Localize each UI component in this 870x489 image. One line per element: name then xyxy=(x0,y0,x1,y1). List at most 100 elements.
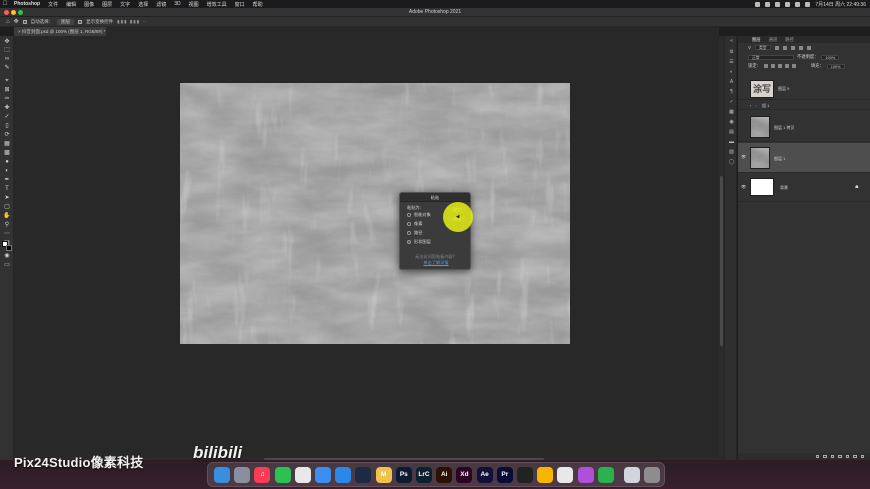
color-panel-icon[interactable]: ◉ xyxy=(728,119,735,125)
canvas-area[interactable] xyxy=(14,36,719,460)
eyedropper-tool-icon[interactable]: ✑ xyxy=(2,95,12,103)
paste-option-smart-object[interactable]: 智能对象 xyxy=(407,212,431,218)
filter-type-icon[interactable] xyxy=(790,45,795,50)
paste-option-path[interactable]: 路径 xyxy=(407,230,422,236)
frame-tool-icon[interactable]: ⊠ xyxy=(2,86,12,94)
menu-layer[interactable]: 图层 xyxy=(98,1,116,8)
paste-option-pixels[interactable]: 像素 xyxy=(407,221,422,227)
radio-pixels[interactable] xyxy=(407,222,411,226)
quick-mask-icon[interactable]: ◉ xyxy=(2,252,12,260)
vertical-scrollbar-thumb[interactable] xyxy=(720,176,723,346)
visibility-eye-icon[interactable]: 👁 xyxy=(741,184,746,189)
align-icons[interactable]: ▮▮▮ ▮▮▮ ⋯ xyxy=(117,19,148,25)
opacity-field[interactable]: 100% xyxy=(821,54,840,60)
screen-icon[interactable] xyxy=(624,467,640,483)
wifi-icon[interactable] xyxy=(775,1,781,7)
xd-icon[interactable]: Xd xyxy=(456,467,473,483)
link-layers-icon[interactable] xyxy=(815,454,819,459)
brush-tool-icon[interactable]: ✓ xyxy=(2,113,12,121)
control-center-icon[interactable] xyxy=(805,1,811,7)
path-selection-tool-icon[interactable]: ➤ xyxy=(2,194,12,202)
status-record-icon[interactable] xyxy=(755,1,761,7)
camtasia-icon[interactable] xyxy=(597,467,614,483)
tab-paths[interactable]: 路径 xyxy=(785,37,794,43)
delete-layer-icon[interactable] xyxy=(860,454,864,459)
layer-row-background[interactable]: 👁 背景 ☗ xyxy=(738,174,870,202)
after-effects-icon[interactable]: Ae xyxy=(476,467,493,483)
expand-panels-icon[interactable]: « xyxy=(728,38,735,44)
paste-option-shape-layer[interactable]: 形状图层 xyxy=(407,239,431,245)
adjustment-layer-icon[interactable] xyxy=(838,454,842,459)
finder-icon[interactable] xyxy=(214,467,230,483)
marquee-tool-icon[interactable]: ⬚ xyxy=(2,46,12,54)
chrome-icon[interactable] xyxy=(557,467,574,483)
history-panel-icon[interactable]: ⚙ xyxy=(728,49,735,55)
layer-row-group-1[interactable]: › ▫ 组 1 xyxy=(738,101,870,110)
qq-icon[interactable] xyxy=(294,467,311,483)
apple-icon[interactable]:  xyxy=(0,1,10,7)
character-panel-icon[interactable]: A xyxy=(728,79,735,85)
swatches-panel-icon[interactable]: ▦ xyxy=(728,109,735,115)
menu-filter[interactable]: 滤镜 xyxy=(152,1,170,8)
dodge-tool-icon[interactable]: ◐ xyxy=(2,167,12,175)
layers-panel-icon[interactable]: ▬ xyxy=(728,139,735,145)
lock-artboard-icon[interactable] xyxy=(784,64,789,68)
status-app-icon[interactable] xyxy=(765,1,771,7)
filter-pixel-icon[interactable] xyxy=(774,45,779,50)
type-tool-icon[interactable]: T xyxy=(2,185,12,193)
rectangle-tool-icon[interactable]: ▢ xyxy=(2,203,12,211)
menu-image[interactable]: 图像 xyxy=(80,1,98,8)
stamp-tool-icon[interactable]: ▯ xyxy=(2,122,12,130)
menu-type[interactable]: 文字 xyxy=(116,1,134,8)
lasso-tool-icon[interactable]: ∞ xyxy=(2,55,12,63)
menu-3d[interactable]: 3D xyxy=(170,1,184,7)
disclosure-arrow-icon[interactable]: › xyxy=(750,103,751,108)
menu-select[interactable]: 选择 xyxy=(134,1,152,8)
tab-layers[interactable]: 图层 xyxy=(752,37,761,43)
layer-row-9[interactable]: 涂写 图层 9 xyxy=(738,78,870,100)
battery-icon[interactable] xyxy=(785,1,791,7)
menu-file[interactable]: 文件 xyxy=(44,1,62,8)
crop-tool-icon[interactable]: ⌖ xyxy=(2,77,12,85)
document-tab[interactable]: × 抖音封面.psd @ 100% (图层 1, RGB/8#) * xyxy=(14,27,106,36)
final-cut-icon[interactable] xyxy=(517,467,533,483)
menu-edit[interactable]: 编辑 xyxy=(62,1,80,8)
motion-icon[interactable]: M xyxy=(375,467,392,483)
wechat-icon[interactable] xyxy=(274,467,291,483)
hand-tool-icon[interactable]: ✋ xyxy=(2,212,12,220)
radio-path[interactable] xyxy=(407,231,411,235)
menu-clock[interactable]: 7月14日 周六 22:49:36 xyxy=(815,1,866,8)
new-group-icon[interactable] xyxy=(845,454,849,459)
visibility-eye-icon[interactable]: 👁 xyxy=(741,154,746,159)
move-tool-icon[interactable]: ✥ xyxy=(14,18,19,25)
paragraph-panel-icon[interactable]: ¶ xyxy=(728,89,735,95)
layer-row-1-copy[interactable]: 图层 1 拷贝 xyxy=(738,111,870,142)
trash-icon[interactable] xyxy=(644,467,661,483)
radio-smart-object[interactable] xyxy=(407,213,411,217)
auto-select-checkbox[interactable] xyxy=(22,19,27,24)
layer-row-1[interactable]: 👁 图层 1 xyxy=(738,143,870,173)
filter-smart-icon[interactable] xyxy=(806,45,811,50)
home-icon[interactable]: ⌂ xyxy=(6,19,10,25)
blend-mode-dropdown[interactable]: 正常 xyxy=(748,54,794,60)
gradient-tool-icon[interactable]: ▩ xyxy=(2,149,12,157)
libraries-panel-icon[interactable]: ▤ xyxy=(728,129,735,135)
lock-pixels-icon[interactable] xyxy=(763,64,768,68)
app-purple-icon[interactable] xyxy=(577,467,594,483)
lock-position-icon[interactable] xyxy=(777,64,782,68)
channels-panel-icon[interactable]: ▧ xyxy=(728,149,735,155)
menu-help[interactable]: 帮助 xyxy=(249,1,267,8)
app-store-icon[interactable] xyxy=(315,467,331,483)
show-transform-checkbox[interactable] xyxy=(78,19,83,24)
layer-style-icon[interactable] xyxy=(823,454,827,459)
history-brush-tool-icon[interactable]: ⟳ xyxy=(2,131,12,139)
layer-kind-filter[interactable]: 类型 xyxy=(754,45,771,50)
cinema4d-icon[interactable] xyxy=(355,467,372,483)
lock-all-icon[interactable] xyxy=(791,64,796,68)
paths-panel-icon[interactable]: ◯ xyxy=(728,159,735,165)
fill-field[interactable]: 100% xyxy=(826,63,845,69)
search-icon[interactable] xyxy=(795,1,801,7)
magic-wand-tool-icon[interactable]: ✎ xyxy=(2,64,12,72)
tab-channels[interactable]: 通道 xyxy=(769,37,778,43)
screen-mode-icon[interactable]: ▭ xyxy=(2,261,12,269)
